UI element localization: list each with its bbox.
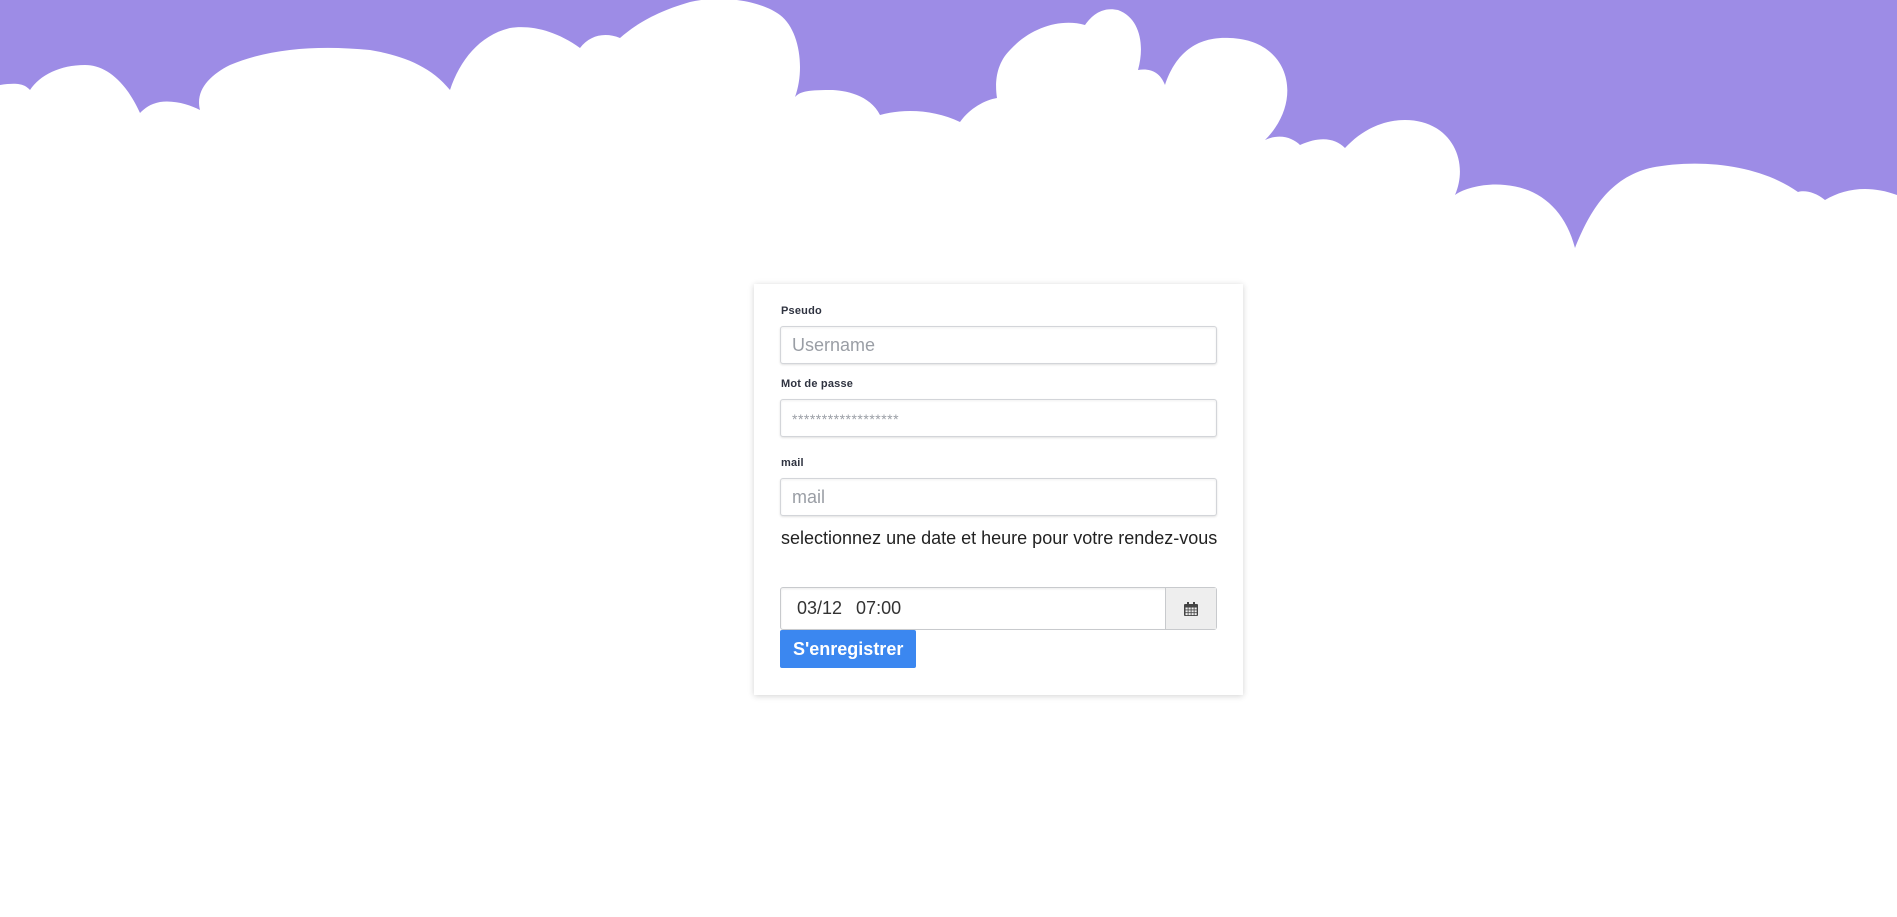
calendar-button[interactable]: [1165, 588, 1216, 629]
password-label: Mot de passe: [781, 378, 854, 390]
datetime-help-text: selectionnez une date et heure pour votr…: [781, 528, 1218, 548]
register-button[interactable]: S'enregistrer: [780, 630, 917, 668]
cloud-header-background: [0, 0, 1897, 248]
email-input[interactable]: [780, 478, 1217, 516]
registration-form-card: Pseudo Mot de passe mail selectionnez un…: [754, 284, 1243, 695]
pseudo-label: Pseudo: [781, 305, 822, 317]
date-value: 03/12: [797, 598, 843, 618]
password-input[interactable]: [780, 399, 1217, 437]
calendar-icon: [1184, 601, 1198, 616]
mail-label: mail: [781, 457, 804, 469]
time-value: 07:00: [856, 598, 902, 618]
username-input[interactable]: [780, 326, 1217, 364]
page: Pseudo Mot de passe mail selectionnez un…: [0, 0, 1897, 917]
datetime-input[interactable]: 03/12 07:00: [781, 588, 1165, 629]
datetime-picker[interactable]: 03/12 07:00: [780, 587, 1217, 630]
